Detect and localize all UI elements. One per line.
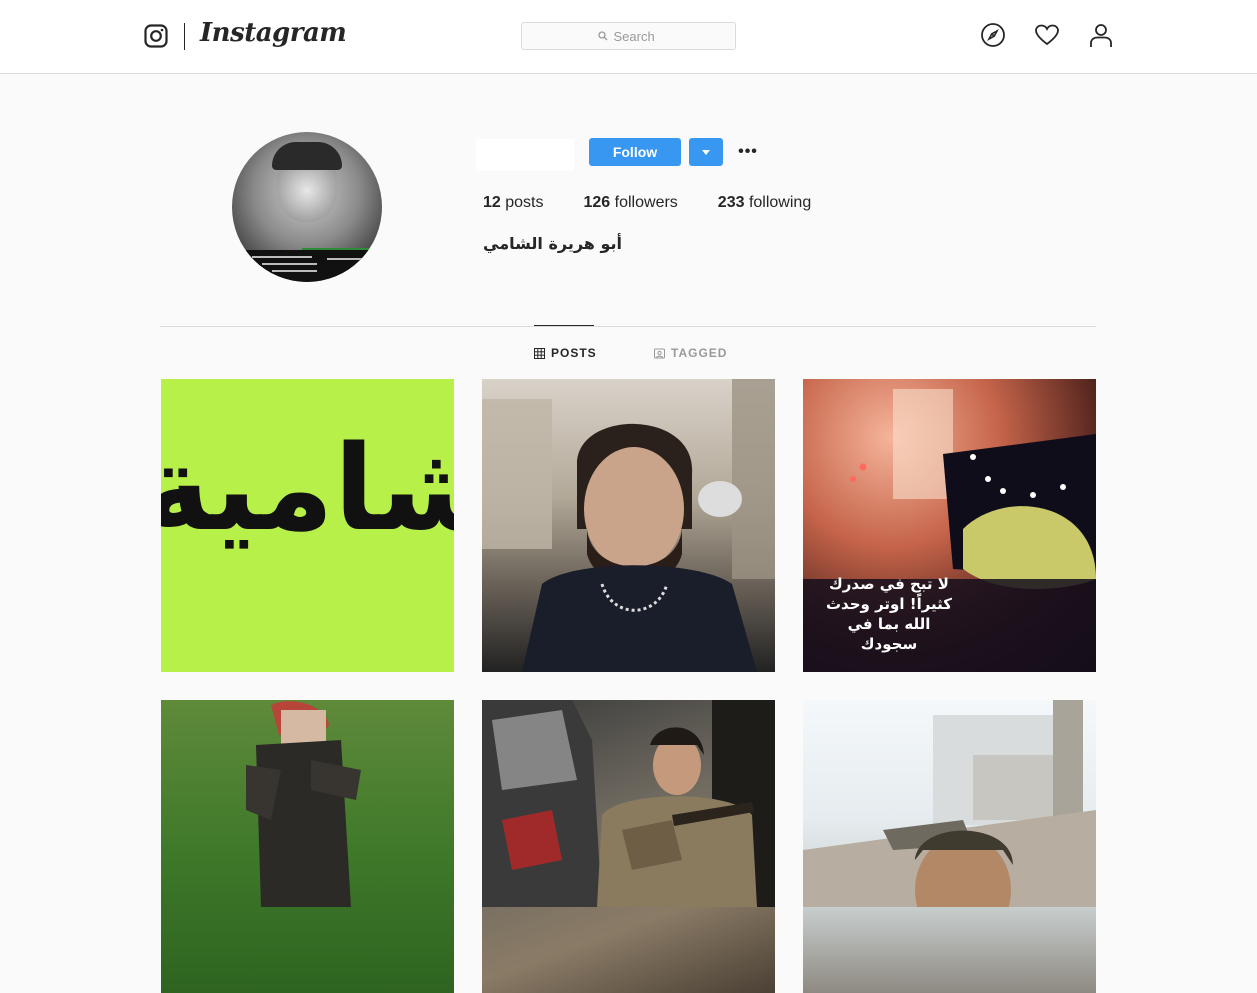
post-thumbnail[interactable] bbox=[803, 700, 1096, 993]
grid-icon bbox=[534, 347, 545, 359]
avatar-caption-band bbox=[232, 250, 382, 282]
following-count: 233 bbox=[717, 194, 745, 211]
tab-tagged-label: TAGGED bbox=[671, 346, 728, 360]
avatar-caption-line bbox=[262, 263, 317, 265]
posts-label: posts bbox=[505, 194, 544, 211]
following-label: following bbox=[748, 194, 812, 211]
post-thumbnail[interactable] bbox=[482, 700, 775, 993]
tab-posts-label: POSTS bbox=[551, 346, 597, 360]
post-thumbnail[interactable] bbox=[482, 379, 775, 672]
following-stat[interactable]: 233 following bbox=[718, 194, 811, 212]
followers-count: 126 bbox=[583, 194, 611, 211]
search-box[interactable] bbox=[521, 22, 736, 50]
tabs-divider bbox=[160, 326, 1096, 327]
post-thumbnail[interactable]: شامية bbox=[161, 379, 454, 672]
tag-portrait-icon bbox=[654, 348, 665, 358]
search-input[interactable] bbox=[613, 28, 660, 44]
followers-stat[interactable]: 126 followers bbox=[584, 194, 678, 212]
post-thumbnail[interactable]: لا تبح في صدرك كثيراً! اوتر وحدث الله بم… bbox=[803, 379, 1096, 672]
post-soldier-image bbox=[482, 700, 775, 907]
tab-tagged[interactable]: TAGGED bbox=[654, 346, 727, 360]
post-ruins-image bbox=[803, 700, 1096, 907]
profile-full-name: أبو هريرة الشامي bbox=[483, 234, 622, 253]
post-child-image bbox=[246, 701, 361, 907]
chevron-down-icon bbox=[702, 149, 710, 155]
post-calligraphy-text: شامية bbox=[161, 419, 454, 557]
avatar-caption-line bbox=[327, 258, 362, 260]
search-icon bbox=[597, 31, 607, 41]
followers-label: followers bbox=[614, 194, 678, 211]
explore-compass-icon[interactable] bbox=[980, 22, 1006, 48]
tab-posts[interactable]: POSTS bbox=[534, 346, 597, 360]
avatar-cap bbox=[272, 142, 342, 170]
more-options-button[interactable]: ••• bbox=[738, 140, 758, 164]
logo-divider bbox=[184, 23, 185, 50]
profile-stats: 12 posts 126 followers 233 following bbox=[483, 194, 851, 212]
active-tab-indicator bbox=[534, 325, 594, 326]
avatar-caption-line bbox=[252, 256, 312, 258]
posts-stat: 12 posts bbox=[483, 194, 544, 212]
instagram-camera-icon[interactable] bbox=[144, 24, 168, 48]
profile-avatar[interactable] bbox=[232, 132, 382, 282]
post-quote-text: لا تبح في صدرك كثيراً! اوتر وحدث الله بم… bbox=[825, 575, 953, 653]
username bbox=[476, 139, 574, 171]
follow-button[interactable]: Follow bbox=[589, 138, 681, 166]
profile-person-icon[interactable] bbox=[1088, 22, 1114, 48]
post-thumbnail[interactable] bbox=[161, 700, 454, 993]
activity-heart-icon[interactable] bbox=[1034, 22, 1060, 48]
top-nav: Instagram bbox=[0, 0, 1257, 74]
posts-count: 12 bbox=[483, 194, 501, 211]
post-portrait-image bbox=[482, 379, 775, 672]
suggestions-dropdown-button[interactable] bbox=[689, 138, 723, 166]
instagram-wordmark[interactable]: Instagram bbox=[200, 18, 347, 48]
avatar-caption-line bbox=[272, 270, 317, 272]
